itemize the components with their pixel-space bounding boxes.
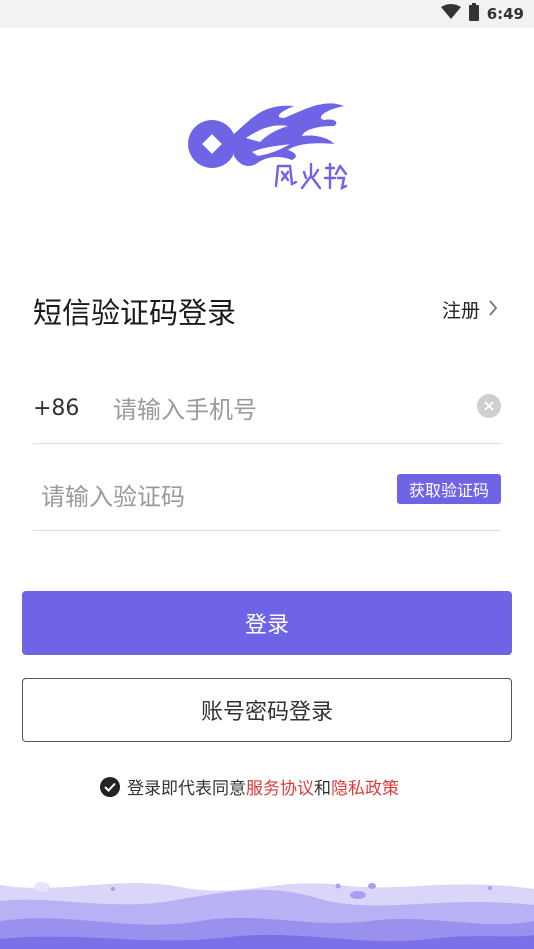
chevron-right-icon — [488, 299, 498, 321]
status-time: 6:49 — [486, 5, 524, 23]
status-right: 6:49 — [440, 3, 524, 25]
register-label: 注册 — [441, 300, 480, 322]
privacy-policy-link[interactable]: 隐私政策 — [331, 774, 399, 799]
app-logo — [184, 96, 354, 196]
clear-icon[interactable] — [477, 394, 501, 418]
agreement-checkbox[interactable] — [100, 776, 120, 797]
phone-input[interactable] — [113, 390, 453, 430]
agreement: 登录即代表同意 服务协议 和 隐私政策 — [100, 774, 399, 799]
agreement-prefix: 登录即代表同意 — [127, 779, 246, 799]
page-title: 短信验证码登录 — [33, 296, 237, 330]
decorative-waves — [0, 855, 534, 949]
register-link[interactable]: 注册 — [442, 296, 498, 323]
get-code-button[interactable]: 获取验证码 — [396, 474, 501, 504]
status-bar: 6:49 — [0, 0, 534, 28]
agreement-connector: 和 — [314, 779, 331, 799]
login-button[interactable]: 登录 — [22, 591, 512, 655]
country-code[interactable]: +86 — [33, 396, 79, 421]
code-row: 获取验证码 — [33, 465, 501, 531]
wifi-icon — [440, 4, 461, 24]
phone-row: +86 — [33, 378, 501, 444]
password-login-button[interactable]: 账号密码登录 — [22, 678, 512, 742]
service-agreement-link[interactable]: 服务协议 — [246, 774, 314, 799]
battery-icon — [468, 3, 479, 25]
verification-code-input[interactable] — [41, 477, 361, 517]
